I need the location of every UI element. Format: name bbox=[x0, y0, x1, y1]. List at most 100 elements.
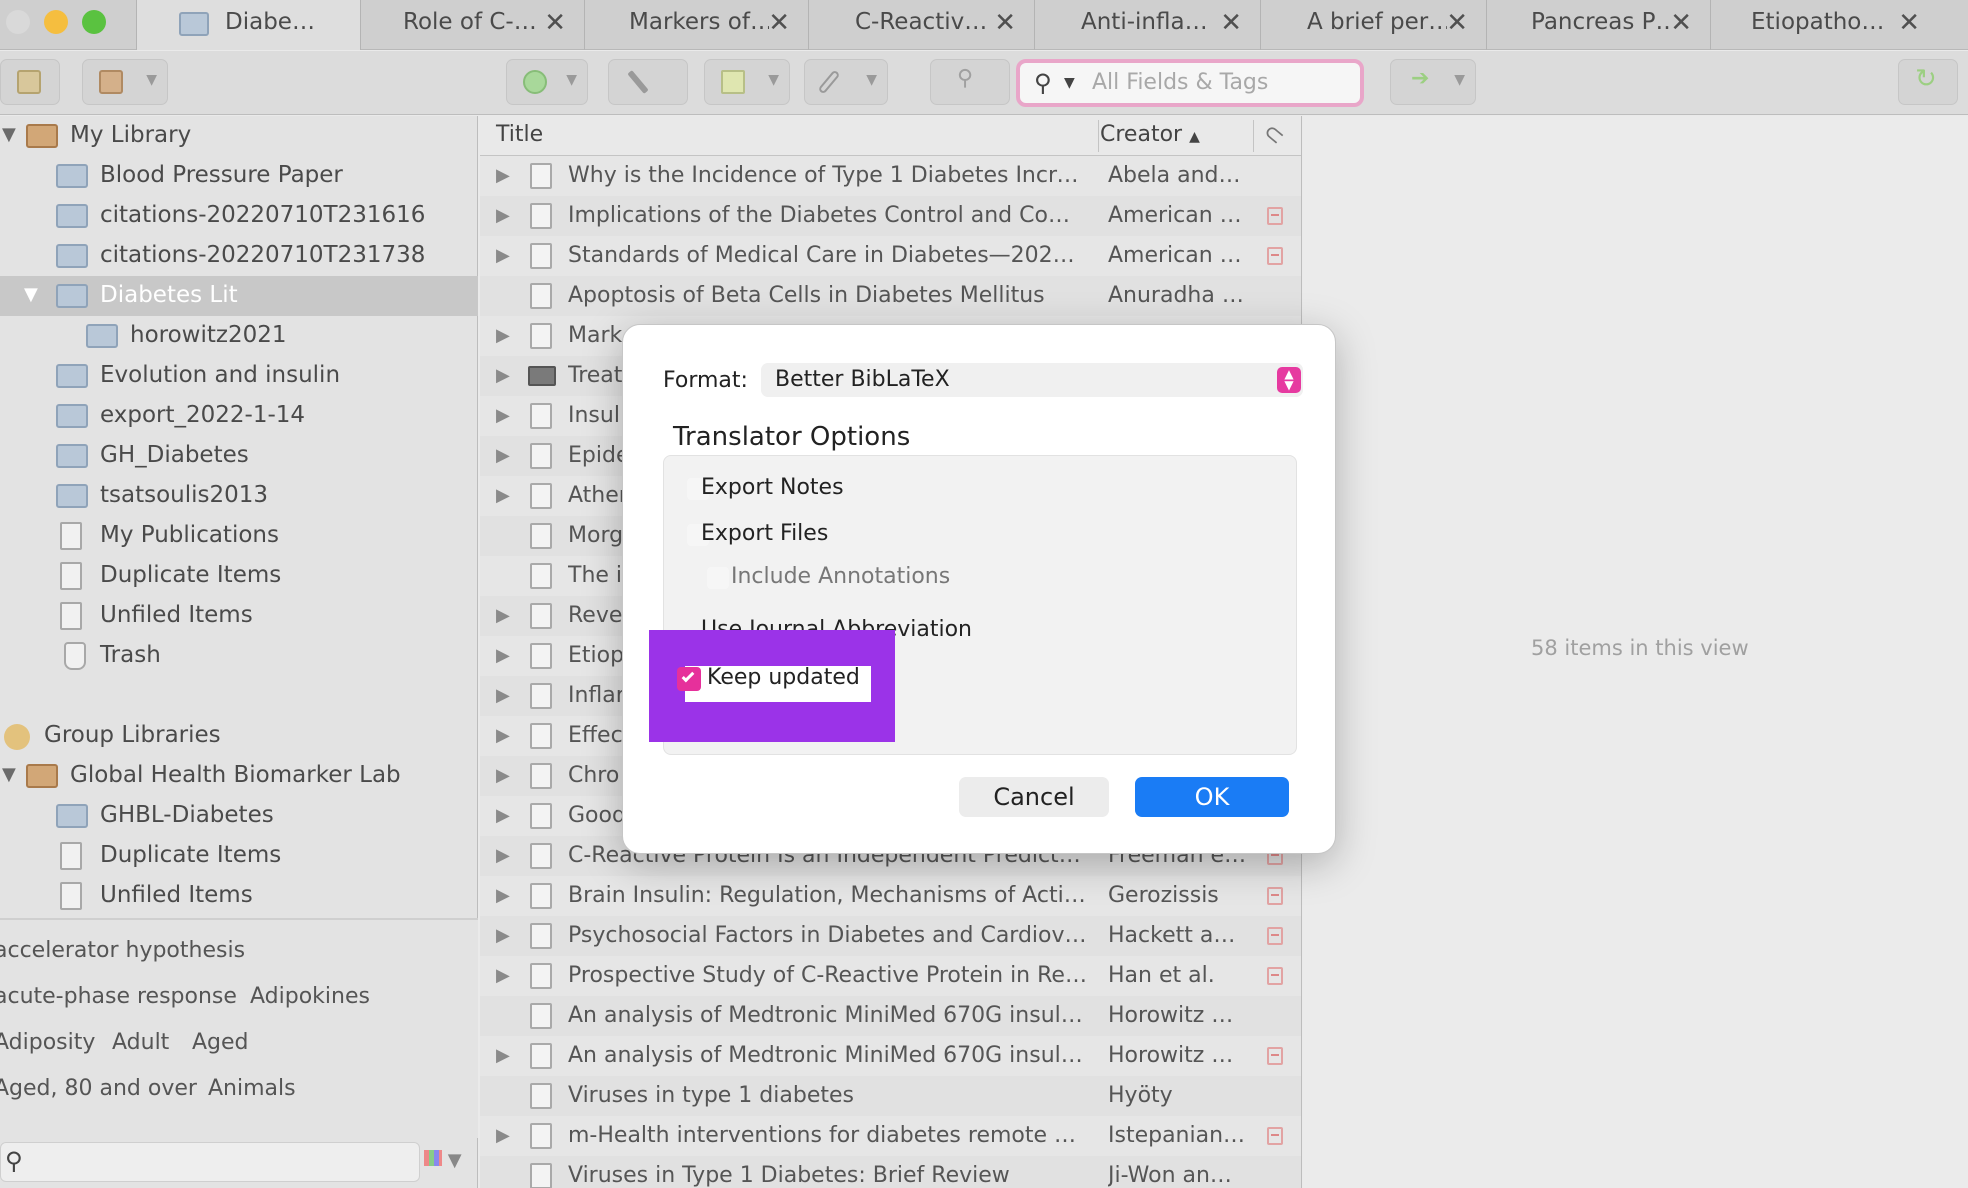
sidebar-item-duplicate-items[interactable]: Duplicate Items bbox=[0, 556, 478, 596]
chevron-right-icon[interactable]: ▶ bbox=[496, 805, 510, 826]
sidebar-item-unfiled-items[interactable]: Unfiled Items bbox=[0, 876, 478, 916]
chevron-right-icon[interactable]: ▶ bbox=[496, 205, 510, 226]
tag-filter-input[interactable]: ⚲ bbox=[0, 1142, 420, 1182]
table-row[interactable]: Viruses in Type 1 Diabetes: Brief Review… bbox=[480, 1156, 1301, 1188]
format-select[interactable]: Better BibLaTeX ▲ ▼ bbox=[761, 363, 1303, 397]
tab-document[interactable]: Markers of… ✕ bbox=[584, 0, 808, 50]
chevron-right-icon[interactable]: ▶ bbox=[496, 765, 510, 786]
window-minimize-button[interactable] bbox=[44, 10, 68, 34]
chevron-right-icon[interactable]: ▶ bbox=[496, 365, 510, 386]
tab-document[interactable]: C-Reactiv… ✕ bbox=[808, 0, 1034, 50]
tab-document[interactable]: A brief per… ✕ bbox=[1260, 0, 1486, 50]
new-collection-button[interactable] bbox=[0, 59, 60, 105]
chevron-right-icon[interactable]: ▶ bbox=[496, 325, 510, 346]
table-row[interactable]: ▶ Prospective Study of C-Reactive Protein… bbox=[480, 956, 1301, 996]
chevron-right-icon[interactable]: ▶ bbox=[496, 965, 510, 986]
add-attachment-button[interactable]: ▼ bbox=[804, 59, 888, 105]
cancel-button[interactable]: Cancel bbox=[959, 777, 1109, 817]
new-note-button[interactable]: ▼ bbox=[704, 59, 790, 105]
window-zoom-button[interactable] bbox=[82, 10, 106, 34]
advanced-search-button[interactable]: ⚲ bbox=[930, 59, 1010, 105]
chevron-right-icon[interactable]: ▶ bbox=[496, 925, 510, 946]
sidebar-item-collection[interactable]: horowitz2021 bbox=[0, 316, 478, 356]
chevron-right-icon[interactable]: ▶ bbox=[496, 1125, 510, 1146]
checkbox-checked[interactable] bbox=[677, 667, 701, 691]
close-icon[interactable]: ✕ bbox=[768, 8, 790, 38]
table-row[interactable]: Apoptosis of Beta Cells in Diabetes Mell… bbox=[480, 276, 1301, 316]
sidebar-item-collection[interactable]: Blood Pressure Paper bbox=[0, 156, 478, 196]
pdf-attachment-icon[interactable] bbox=[1267, 1047, 1283, 1065]
table-row[interactable]: ▶ Why is the Incidence of Type 1 Diabetes… bbox=[480, 156, 1301, 196]
sidebar-item-collection[interactable]: export_2022-1-14 bbox=[0, 396, 478, 436]
table-row[interactable]: ▶ An analysis of Medtronic MiniMed 670G i… bbox=[480, 1036, 1301, 1076]
chevron-right-icon[interactable]: ▶ bbox=[496, 245, 510, 266]
pdf-attachment-icon[interactable] bbox=[1267, 247, 1283, 265]
sidebar-item-unfiled-items[interactable]: Unfiled Items bbox=[0, 596, 478, 636]
chevron-down-icon[interactable]: ▼ bbox=[2, 124, 16, 145]
tag[interactable]: Adiposity bbox=[0, 1030, 95, 1055]
chevron-right-icon[interactable]: ▶ bbox=[496, 725, 510, 746]
close-icon[interactable]: ✕ bbox=[1898, 8, 1920, 38]
table-row[interactable]: Viruses in type 1 diabetes Hyöty bbox=[480, 1076, 1301, 1116]
locate-button[interactable]: ➔ ▼ bbox=[1390, 59, 1476, 105]
add-by-identifier-button[interactable] bbox=[608, 59, 688, 105]
table-row[interactable]: ▶ Implications of the Diabetes Control an… bbox=[480, 196, 1301, 236]
sidebar-item-collection[interactable]: Evolution and insulin bbox=[0, 356, 478, 396]
close-icon[interactable]: ✕ bbox=[544, 8, 566, 38]
table-row[interactable]: ▶ Brain Insulin: Regulation, Mechanisms o… bbox=[480, 876, 1301, 916]
pdf-attachment-icon[interactable] bbox=[1267, 207, 1283, 225]
tag[interactable]: acute-phase response bbox=[0, 984, 237, 1009]
chevron-right-icon[interactable]: ▶ bbox=[496, 445, 510, 466]
table-row[interactable]: ▶ m-Health interventions for diabetes rem… bbox=[480, 1116, 1301, 1156]
tab-document[interactable]: Pancreas P… ✕ bbox=[1486, 0, 1710, 50]
search-input[interactable]: ⚲ ▼ All Fields & Tags bbox=[1016, 59, 1364, 107]
chevron-right-icon[interactable]: ▶ bbox=[496, 885, 510, 906]
sidebar-item-my-library[interactable]: ▼ My Library bbox=[0, 116, 478, 156]
table-row[interactable]: ▶ Psychosocial Factors in Diabetes and Ca… bbox=[480, 916, 1301, 956]
tag[interactable]: Adipokines bbox=[250, 984, 370, 1009]
sidebar-item-trash[interactable]: Trash bbox=[0, 636, 478, 676]
tag-actions-button[interactable]: ▼ bbox=[424, 1150, 462, 1171]
sidebar-item-my-publications[interactable]: My Publications bbox=[0, 516, 478, 556]
chevron-right-icon[interactable]: ▶ bbox=[496, 1045, 510, 1066]
tag[interactable]: Aged bbox=[192, 1030, 249, 1055]
sidebar-item-diabetes-lit[interactable]: ▼ Diabetes Lit bbox=[0, 276, 478, 316]
close-icon[interactable]: ✕ bbox=[1220, 8, 1242, 38]
chevron-right-icon[interactable]: ▶ bbox=[496, 645, 510, 666]
sidebar-item-collection[interactable]: tsatsoulis2013 bbox=[0, 476, 478, 516]
chevron-down-icon[interactable]: ▼ bbox=[1064, 75, 1075, 91]
new-library-button[interactable]: ▼ bbox=[82, 59, 168, 105]
sidebar-item-collection[interactable]: citations-20220710T231616 bbox=[0, 196, 478, 236]
close-icon[interactable]: ✕ bbox=[1670, 8, 1692, 38]
sync-button[interactable]: ↻ bbox=[1898, 59, 1958, 105]
column-header-creator[interactable]: Creator ▲ bbox=[1100, 122, 1200, 147]
window-close-button[interactable] bbox=[6, 10, 30, 34]
tag[interactable]: Animals bbox=[208, 1076, 296, 1101]
pdf-attachment-icon[interactable] bbox=[1267, 1127, 1283, 1145]
chevron-right-icon[interactable]: ▶ bbox=[496, 485, 510, 506]
chevron-right-icon[interactable]: ▶ bbox=[496, 165, 510, 186]
pdf-attachment-icon[interactable] bbox=[1267, 927, 1283, 945]
chevron-right-icon[interactable]: ▶ bbox=[496, 605, 510, 626]
sidebar-item-collection[interactable]: GHBL-Diabetes bbox=[0, 796, 478, 836]
chevron-down-icon[interactable]: ▼ bbox=[2, 764, 16, 785]
tag[interactable]: Adult bbox=[112, 1030, 169, 1055]
chevron-right-icon[interactable]: ▶ bbox=[496, 405, 510, 426]
tab-document[interactable]: Role of C-… ✕ bbox=[360, 0, 584, 50]
close-icon[interactable]: ✕ bbox=[1446, 8, 1468, 38]
chevron-right-icon[interactable]: ▶ bbox=[496, 845, 510, 866]
sidebar-item-collection[interactable]: citations-20220710T231738 bbox=[0, 236, 478, 276]
close-icon[interactable]: ✕ bbox=[994, 8, 1016, 38]
tab-document[interactable]: Etiopatho… ✕ bbox=[1710, 0, 1968, 50]
pdf-attachment-icon[interactable] bbox=[1267, 887, 1283, 905]
tag[interactable]: accelerator hypothesis bbox=[0, 938, 245, 963]
sidebar-item-group-library[interactable]: ▼ Global Health Biomarker Lab bbox=[0, 756, 478, 796]
chevron-right-icon[interactable]: ▶ bbox=[496, 685, 510, 706]
chevron-down-icon[interactable]: ▼ bbox=[24, 284, 38, 305]
table-row[interactable]: ▶ Standards of Medical Care in Diabetes—2… bbox=[480, 236, 1301, 276]
new-item-button[interactable]: ▼ bbox=[506, 59, 588, 105]
ok-button[interactable]: OK bbox=[1135, 777, 1289, 817]
checkbox[interactable] bbox=[707, 567, 729, 589]
tag[interactable]: Aged, 80 and over bbox=[0, 1076, 197, 1101]
tab-library[interactable]: Diabe… bbox=[136, 0, 360, 50]
